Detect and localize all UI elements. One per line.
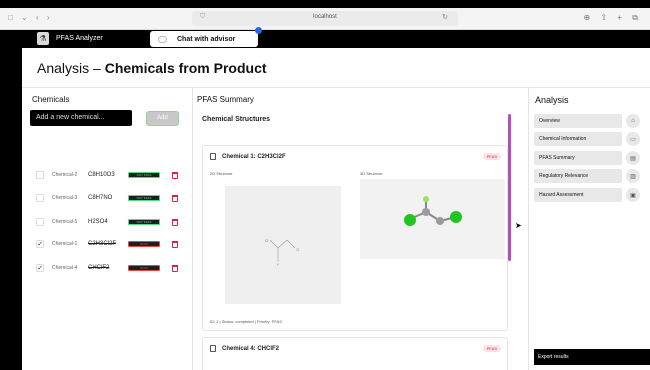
card-title: Chemical 4: CHClF2 bbox=[222, 345, 280, 352]
trash-icon[interactable] bbox=[172, 194, 178, 202]
home-icon[interactable]: ⌂ bbox=[626, 114, 640, 128]
brand[interactable]: ⚗ PFAS Analyzer bbox=[37, 32, 103, 45]
add-chemical-input[interactable]: Add a new chemical... bbox=[30, 110, 132, 126]
chemical-formula: CHClF2 bbox=[88, 265, 110, 271]
brand-name: PFAS Analyzer bbox=[56, 35, 103, 42]
chat-bubble-icon bbox=[158, 35, 167, 43]
card-header: Chemical 4: CHClF2 bbox=[210, 345, 279, 352]
structure-card: Chemical 4: CHClF2 PFAS bbox=[202, 337, 508, 370]
book-icon[interactable]: ▭ bbox=[626, 132, 640, 146]
nav-item-chemical-information[interactable]: Chemical Information bbox=[534, 132, 622, 146]
page-title: Analysis – Chemicals from Product bbox=[37, 60, 267, 76]
clipboard-icon[interactable]: ▤ bbox=[626, 151, 640, 165]
pfas-badge: PFAS bbox=[482, 345, 501, 352]
flask-icon: ⚗ bbox=[37, 32, 49, 45]
chemical-checkbox-checked[interactable]: ✓ bbox=[36, 240, 44, 248]
3d-structure-label: 3D Structure bbox=[360, 171, 383, 176]
card-header: Chemical 1: C2H3Cl2F bbox=[210, 153, 286, 160]
svg-text:Cl: Cl bbox=[265, 239, 269, 243]
nav-item-pfas-summary[interactable]: PFAS Summary bbox=[534, 151, 622, 165]
2d-structure-viewer[interactable]: Cl Cl F bbox=[225, 186, 341, 304]
chemical-name: Chemical-2 bbox=[52, 172, 78, 178]
chemical-name: Chemical-3 bbox=[52, 195, 78, 201]
chemical-checkbox[interactable] bbox=[36, 171, 44, 179]
chemical-name: Chemical-4 bbox=[52, 265, 78, 271]
svg-text:F: F bbox=[277, 263, 279, 267]
trash-icon[interactable] bbox=[172, 264, 178, 272]
add-button[interactable]: Add bbox=[146, 111, 179, 126]
3d-molecule-model bbox=[404, 196, 462, 227]
chemical-checkbox-checked[interactable]: ✓ bbox=[36, 264, 44, 272]
chemical-row[interactable]: Chemical-2 C8H10O3 NOT PFAS bbox=[36, 169, 186, 181]
chemical-row[interactable]: Chemical-3 C8H7NO NOT PFAS bbox=[36, 192, 186, 204]
trash-icon[interactable] bbox=[172, 171, 178, 179]
chemical-structures-heading: Chemical Structures bbox=[202, 116, 271, 123]
chat-advisor-button[interactable]: Chat with advisor bbox=[150, 27, 262, 47]
pfas-summary-heading: PFAS Summary bbox=[197, 95, 254, 104]
pfas-status-tag: NOT PFAS bbox=[128, 195, 160, 201]
structure-card: Chemical 1: C2H3Cl2F PFAS 2D Structure 3… bbox=[202, 145, 508, 331]
chemical-formula: H2SO4 bbox=[88, 219, 108, 225]
browser-tools[interactable]: ⊕ ⇧ + ⧉ bbox=[584, 13, 642, 23]
nav-item-overview[interactable]: Overview bbox=[534, 114, 622, 128]
notification-dot bbox=[255, 27, 262, 34]
clipboard-check-icon[interactable]: ▣ bbox=[626, 188, 640, 202]
nav-item-regulatory-relevance[interactable]: Regulatory Relevance bbox=[534, 169, 622, 183]
chemical-checkbox[interactable] bbox=[36, 218, 44, 226]
address-host: localhost bbox=[313, 14, 337, 20]
chemicals-panel: Chemicals Add a new chemical... Add Chem… bbox=[22, 87, 193, 370]
trash-icon[interactable] bbox=[172, 240, 178, 248]
page-title-bold: Chemicals from Product bbox=[104, 60, 267, 76]
chemical-name: Chemical-5 bbox=[52, 219, 78, 225]
nav-item-hazard-assessment[interactable]: Hazard Assessment bbox=[534, 188, 622, 202]
address-bar[interactable]: ⛉ localhost ↻ bbox=[192, 11, 458, 26]
3d-structure-viewer[interactable] bbox=[360, 179, 505, 259]
pfas-status-tag: NOT PFAS bbox=[128, 219, 160, 225]
analysis-panel: Analysis Overview ⌂ Chemical Information… bbox=[528, 87, 650, 370]
pfas-status-tag: NOT PFAS bbox=[128, 172, 160, 178]
pfas-badge: PFAS bbox=[482, 153, 501, 160]
2d-structure-label: 2D Structure bbox=[210, 171, 233, 176]
chemical-row[interactable]: ✓ Chemical-4 CHClF2 PFAS bbox=[36, 262, 186, 274]
reload-icon[interactable]: ↻ bbox=[442, 13, 448, 21]
chemical-row[interactable]: Chemical-5 H2SO4 NOT PFAS bbox=[36, 216, 186, 228]
pfas-status-tag: PFAS bbox=[128, 265, 160, 271]
document-icon[interactable]: ▥ bbox=[626, 169, 640, 183]
app-window: ⚗ PFAS Analyzer Chat with advisor Analys… bbox=[22, 27, 650, 370]
clipboard-icon bbox=[210, 153, 216, 160]
card-title: Chemical 1: C2H3Cl2F bbox=[222, 153, 286, 160]
2d-molecule-drawing: Cl Cl F bbox=[265, 239, 300, 267]
browser-toolbar: □ ⌄ ‹ › ⛉ localhost ↻ ⊕ ⇧ + ⧉ bbox=[0, 8, 650, 30]
chemical-formula: C8H10O3 bbox=[88, 172, 115, 178]
browser-nav-controls[interactable]: □ ⌄ ‹ › bbox=[8, 13, 53, 22]
chemical-name: Chemical-1 bbox=[52, 241, 78, 247]
clipboard-icon bbox=[210, 345, 216, 352]
trash-icon[interactable] bbox=[172, 218, 178, 226]
pfas-status-tag: PFAS bbox=[128, 241, 160, 247]
mouse-cursor-icon: ➤ bbox=[515, 221, 522, 230]
app-header: ⚗ PFAS Analyzer Chat with advisor bbox=[22, 27, 650, 48]
chemical-row[interactable]: ✓ Chemical-1 C2H3Cl2F PFAS bbox=[36, 238, 186, 250]
card-footer: ID: 1 | Status: completed | Priority: PF… bbox=[210, 319, 282, 324]
pfas-summary-panel: PFAS Summary Chemical Structures ➤ Chemi… bbox=[194, 87, 527, 370]
page-title-prefix: Analysis – bbox=[37, 60, 105, 76]
export-results-button[interactable]: Export results bbox=[534, 349, 650, 365]
analysis-heading: Analysis bbox=[535, 95, 569, 105]
chemical-formula: C8H7NO bbox=[88, 195, 113, 201]
scrollbar[interactable] bbox=[508, 114, 511, 261]
chemicals-heading: Chemicals bbox=[32, 95, 70, 104]
chemical-checkbox[interactable] bbox=[36, 194, 44, 202]
chat-advisor-label: Chat with advisor bbox=[177, 35, 236, 43]
chemical-formula: C2H3Cl2F bbox=[88, 241, 117, 247]
svg-text:Cl: Cl bbox=[296, 248, 300, 252]
